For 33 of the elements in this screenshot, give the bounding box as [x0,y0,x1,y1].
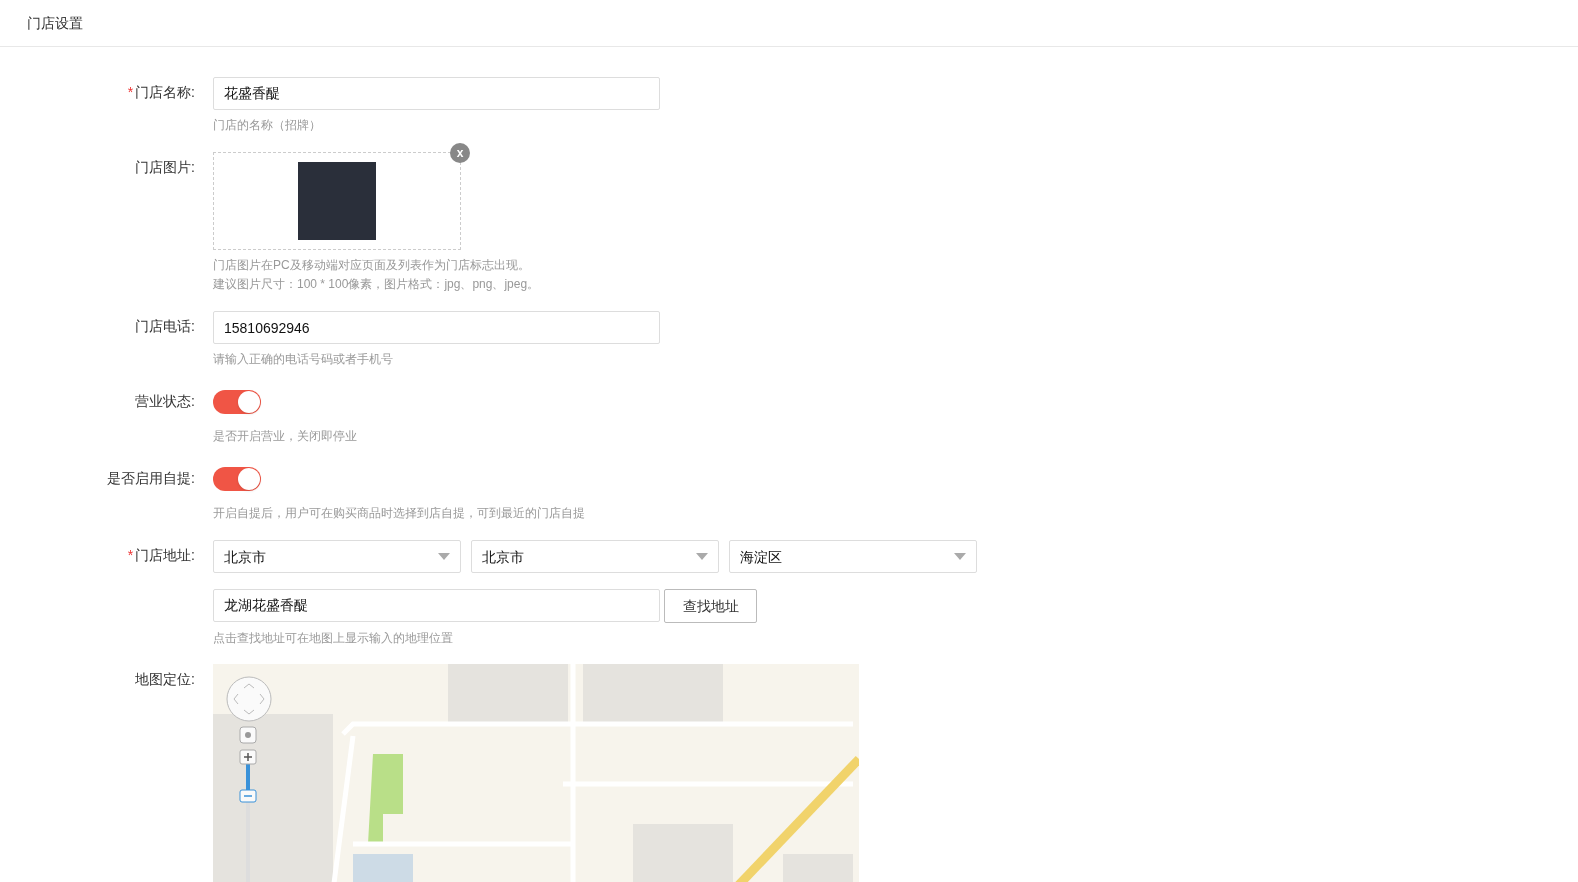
dropdown-select[interactable]: 海淀区 [729,540,977,573]
find-address-button[interactable]: 查找地址 [664,589,757,623]
caret-icon [696,553,708,560]
remove-button[interactable]: x [450,143,470,163]
field-label: 门店图片: [135,158,195,177]
field-label: 地图定位: [135,670,195,689]
help-text: 门店的名称（招牌） [213,117,322,134]
required-asterisk: * [127,83,134,102]
help-text: 门店图片在PC及移动端对应页面及列表作为门店标志出现。 [213,257,531,274]
help-text: 是否开启营业，关闭即停业 [213,428,357,445]
caret-icon [438,553,450,560]
text-input[interactable]: 花盛香醍 [213,77,660,110]
address-input[interactable]: 龙湖花盛香醍 [213,589,660,622]
toggle-switch[interactable] [213,467,261,491]
dropdown-select[interactable]: 北京市 [213,540,461,573]
caret-icon [954,553,966,560]
help-text: 开启自提后，用户可在购买商品时选择到店自提，可到最近的门店自提 [213,505,585,522]
field-label: 门店电话: [135,317,195,336]
lake-area [353,854,413,882]
help-text: 请输入正确的电话号码或者手机号 [213,351,394,368]
required-asterisk: * [127,546,134,565]
help-text: 建议图片尺寸：100 * 100像素，图片格式：jpg、png、jpeg。 [213,276,540,293]
field-label: 门店名称: [135,83,195,102]
toggle-switch[interactable] [213,390,261,414]
field-label: 营业状态: [135,392,195,411]
field-label: 是否启用自提: [107,469,195,488]
help-text: 点击查找地址可在地图上显示输入的地理位置 [213,630,454,647]
text-input[interactable]: 15810692946 [213,311,660,344]
pan-control-icon[interactable] [226,676,272,722]
field-label: 门店地址: [135,546,195,565]
dropdown-select[interactable]: 北京市 [471,540,719,573]
zoom-slider-icon[interactable] [239,726,259,882]
page-title: 门店设置 [27,14,83,33]
